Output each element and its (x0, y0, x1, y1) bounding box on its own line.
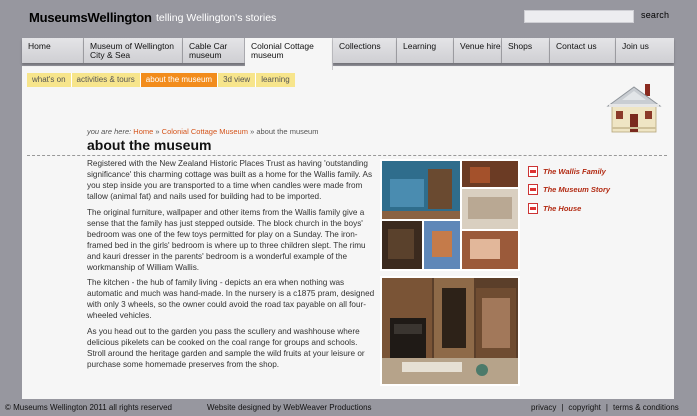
footer-separator: | (605, 403, 608, 412)
breadcrumb-home-link[interactable]: Home (133, 127, 153, 136)
breadcrumb-section-link[interactable]: Colonial Cottage Museum (162, 127, 248, 136)
nav-tab-cable-car[interactable]: Cable Car museum (183, 38, 245, 63)
pdf-icon (528, 202, 538, 214)
nav-tab-venue-hire[interactable]: Venue hire (454, 38, 502, 63)
collage-image (382, 161, 518, 269)
search-input[interactable] (524, 10, 634, 23)
breadcrumb-current: about the museum (256, 127, 319, 136)
footer-link-copyright[interactable]: copyright (568, 403, 600, 412)
footer-copyright: © Museums Wellington 2011 all rights res… (5, 403, 173, 412)
nav-tab-museum-of-wellington[interactable]: Museum of Wellington City & Sea (84, 38, 183, 63)
main-nav: Home Museum of Wellington City & Sea Cab… (22, 38, 674, 70)
nav-tab-home[interactable]: Home (22, 38, 84, 63)
article-paragraph: Registered with the New Zealand Historic… (87, 159, 373, 201)
nav-tab-collections[interactable]: Collections (333, 38, 397, 63)
article-paragraph: The kitchen - the hub of family living -… (87, 278, 375, 321)
related-documents: The Wallis Family The Museum Story The H… (528, 162, 610, 218)
subnav-whats-on[interactable]: what's on (27, 73, 72, 87)
subnav-about-the-museum[interactable]: about the museum (140, 73, 219, 87)
footer-link-privacy[interactable]: privacy (531, 403, 556, 412)
pdf-link-museum-story[interactable]: The Museum Story (528, 181, 610, 200)
breadcrumb: you are here: Home » Colonial Cottage Mu… (87, 127, 318, 136)
pdf-link-label: The Museum Story (543, 185, 611, 195)
nav-tab-contact-us[interactable]: Contact us (550, 38, 616, 63)
footer-links: privacy | copyright | terms & conditions (531, 403, 679, 412)
subnav-activities-tours[interactable]: activities & tours (72, 73, 141, 87)
breadcrumb-separator: » (250, 127, 255, 136)
title-divider (27, 155, 667, 156)
kitchen-image (382, 278, 518, 384)
nav-tab-shops[interactable]: Shops (502, 38, 550, 63)
site-logo[interactable]: MuseumsWellington (29, 10, 152, 25)
article-body: Registered with the New Zealand Historic… (87, 158, 375, 374)
pdf-link-wallis-family[interactable]: The Wallis Family (528, 162, 610, 181)
footer-separator: | (561, 403, 564, 412)
search-button[interactable]: search (641, 10, 669, 20)
sub-nav: what's on activities & tours about the m… (27, 73, 295, 87)
page-title: about the museum (87, 137, 212, 153)
article-paragraph: As you head out to the garden you pass t… (87, 326, 365, 369)
breadcrumb-separator: » (155, 127, 160, 136)
cottage-illustration (606, 84, 662, 133)
interior-photo-collage (380, 159, 520, 271)
article-paragraph: The original furniture, wallpaper and ot… (87, 207, 366, 272)
footer-link-terms[interactable]: terms & conditions (613, 403, 679, 412)
pdf-icon (528, 165, 538, 177)
breadcrumb-label: you are here: (87, 127, 132, 136)
pdf-icon (528, 184, 538, 196)
subnav-3d-view[interactable]: 3d view (218, 73, 257, 87)
pdf-link-the-house[interactable]: The House (528, 199, 610, 218)
site-footer: © Museums Wellington 2011 all rights res… (0, 400, 697, 416)
footer-credit[interactable]: Website designed by WebWeaver Production… (207, 403, 372, 412)
pdf-link-label: The House (543, 203, 582, 213)
nav-tab-join-us[interactable]: Join us (616, 38, 674, 63)
subnav-learning[interactable]: learning (256, 73, 294, 87)
site-tagline: telling Wellington's stories (156, 12, 277, 24)
nav-tab-colonial-cottage[interactable]: Colonial Cottage museum (245, 38, 333, 70)
kitchen-photo (380, 276, 520, 386)
pdf-link-label: The Wallis Family (543, 166, 606, 176)
nav-tab-learning[interactable]: Learning (397, 38, 454, 63)
site-header: MuseumsWellington telling Wellington's s… (0, 0, 697, 38)
